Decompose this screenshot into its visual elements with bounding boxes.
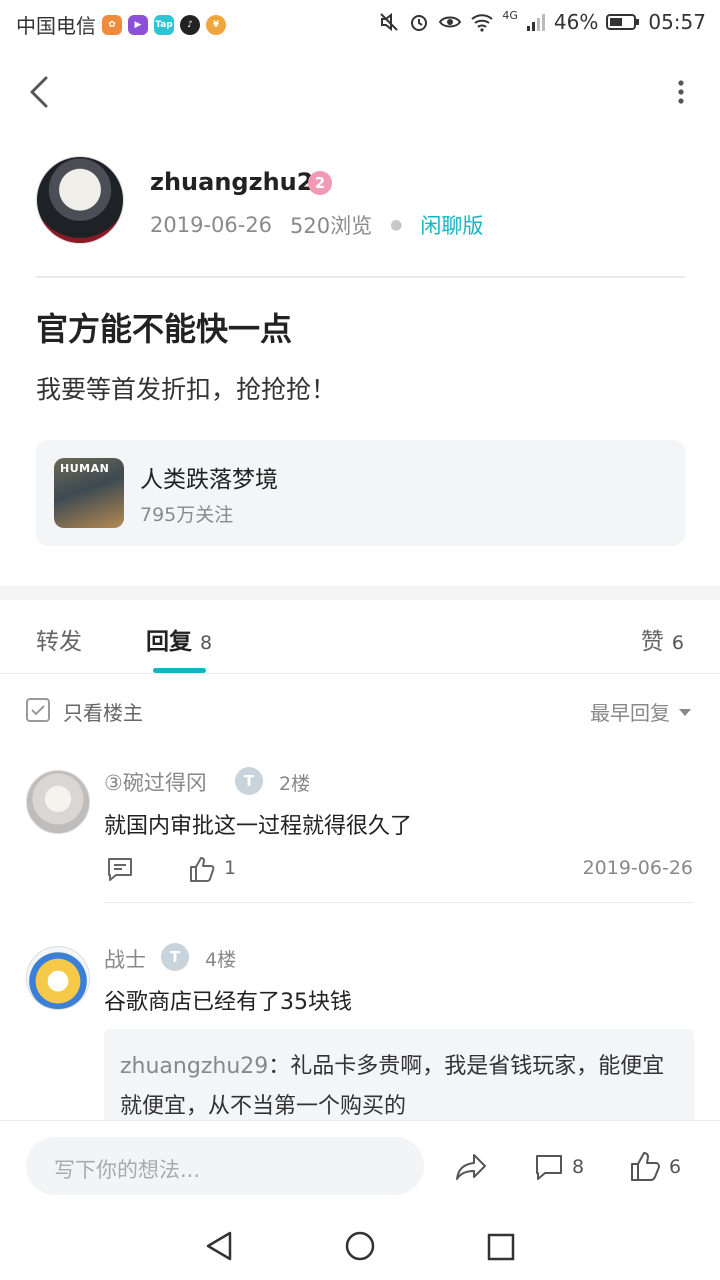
nav-back-icon[interactable] (204, 1230, 234, 1262)
video-app-icon: ▶ (128, 14, 148, 35)
tab-like[interactable]: 赞6 (641, 622, 684, 656)
reply-divider (104, 902, 694, 903)
post-meta: 2019-06-26 520浏览 ● 闲聊版 (150, 210, 483, 240)
alarm-icon (411, 15, 428, 31)
app-notification-icon: ✿ (102, 14, 122, 35)
thumbs-up-icon[interactable] (189, 855, 215, 883)
more-vertical-icon (678, 80, 684, 104)
app-root: 中国电信 ✿ ▶ Tap ♪ ¥ 4G 46% 05:57 zhuangzhu2… (0, 0, 720, 1280)
forum-link[interactable]: 闲聊版 (420, 210, 483, 240)
reply-author[interactable]: ③碗过得冈 (104, 767, 207, 797)
eye-comfort-icon (439, 16, 462, 28)
author-name[interactable]: zhuangzhu29 (150, 168, 330, 196)
divider (36, 276, 685, 278)
tab-reply-count: 8 (200, 632, 213, 654)
sort-label: 最早回复 (590, 701, 670, 725)
caret-down-icon (679, 708, 691, 716)
more-options-button[interactable] (676, 78, 686, 108)
shop-app-icon: ¥ (206, 14, 226, 35)
sort-dropdown[interactable]: 最早回复 (590, 697, 692, 726)
tabs-divider (0, 673, 720, 674)
level-badge: 2 (308, 171, 332, 195)
comment-count: 8 (572, 1156, 585, 1178)
reply-avatar[interactable] (26, 770, 90, 834)
comment-icon[interactable] (106, 856, 134, 882)
game-follow-count: 795万关注 (140, 504, 234, 526)
tiktok-icon: ♪ (180, 14, 200, 35)
tab-reply-label: 回复 (146, 629, 192, 655)
game-icon-logo-text: HUMAN (60, 462, 110, 475)
status-right: 4G 46% 05:57 (378, 8, 706, 34)
tab-repost-label: 转发 (36, 629, 82, 655)
mute-icon (380, 12, 399, 32)
reply-floor: 2楼 (279, 773, 311, 795)
carrier-label: 中国电信 (16, 14, 96, 38)
taptap-icon: Tap (154, 14, 174, 35)
reply-floor: 4楼 (205, 949, 237, 971)
battery-percent: 46% (553, 10, 599, 34)
only-op-checkbox[interactable] (26, 698, 50, 722)
user-badge: T (161, 943, 189, 971)
meta-dot-separator: ● (390, 217, 403, 233)
comment-input-placeholder: 写下你的想法... (54, 1158, 201, 1182)
post-views: 520浏览 (290, 214, 373, 238)
comment-icon[interactable] (534, 1152, 564, 1182)
section-separator (0, 586, 720, 600)
reply-author[interactable]: 战士 (104, 944, 146, 974)
post-date: 2019-06-26 (150, 213, 273, 237)
quoted-author[interactable]: zhuangzhu29 (120, 1054, 268, 1079)
status-left: 中国电信 ✿ ▶ Tap ♪ ¥ (16, 10, 226, 39)
reply-like-count: 1 (224, 857, 237, 879)
post-body: 我要等首发折扣，抢抢抢！ (36, 375, 337, 404)
wifi-icon (471, 14, 494, 32)
author-avatar[interactable] (36, 156, 124, 244)
signal-icon (526, 14, 545, 31)
chevron-left-icon (30, 76, 48, 108)
check-icon (31, 705, 45, 716)
only-op-label[interactable]: 只看楼主 (63, 697, 143, 726)
game-card[interactable]: HUMAN (36, 440, 685, 546)
clock: 05:57 (648, 10, 706, 34)
quoted-reply-text: zhuangzhu29：礼品卡多贵啊，我是省钱玩家，能便宜就便宜，从不当第一个购… (120, 1047, 680, 1127)
reply-text: 谷歌商店已经有了35块钱 (104, 990, 352, 1015)
battery-icon (606, 14, 640, 30)
reply-text: 就国内审批这一过程就得很久了 (104, 814, 413, 839)
tab-like-count: 6 (671, 632, 684, 654)
nav-home-icon[interactable] (344, 1230, 376, 1262)
user-badge: T (235, 767, 263, 795)
post-title: 官方能不能快一点 (36, 310, 293, 348)
system-nav-bar (0, 1208, 720, 1280)
thumbs-up-icon[interactable] (630, 1150, 660, 1182)
reply-avatar[interactable] (26, 946, 90, 1010)
back-button[interactable] (22, 70, 62, 114)
tab-like-label: 赞 (640, 629, 664, 655)
share-icon[interactable] (454, 1152, 488, 1182)
status-bar: 中国电信 ✿ ▶ Tap ♪ ¥ 4G 46% 05:57 (0, 0, 720, 44)
tab-reply[interactable]: 回复 8 (146, 622, 212, 656)
game-name[interactable]: 人类跌落梦境 (140, 460, 278, 494)
reply-date: 2019-06-26 (582, 857, 693, 879)
tab-repost[interactable]: 转发 (36, 622, 82, 656)
nav-recents-icon[interactable] (486, 1232, 516, 1262)
game-icon: HUMAN (54, 458, 124, 528)
like-count: 6 (669, 1156, 682, 1178)
network-type-label: 4G (502, 8, 518, 22)
